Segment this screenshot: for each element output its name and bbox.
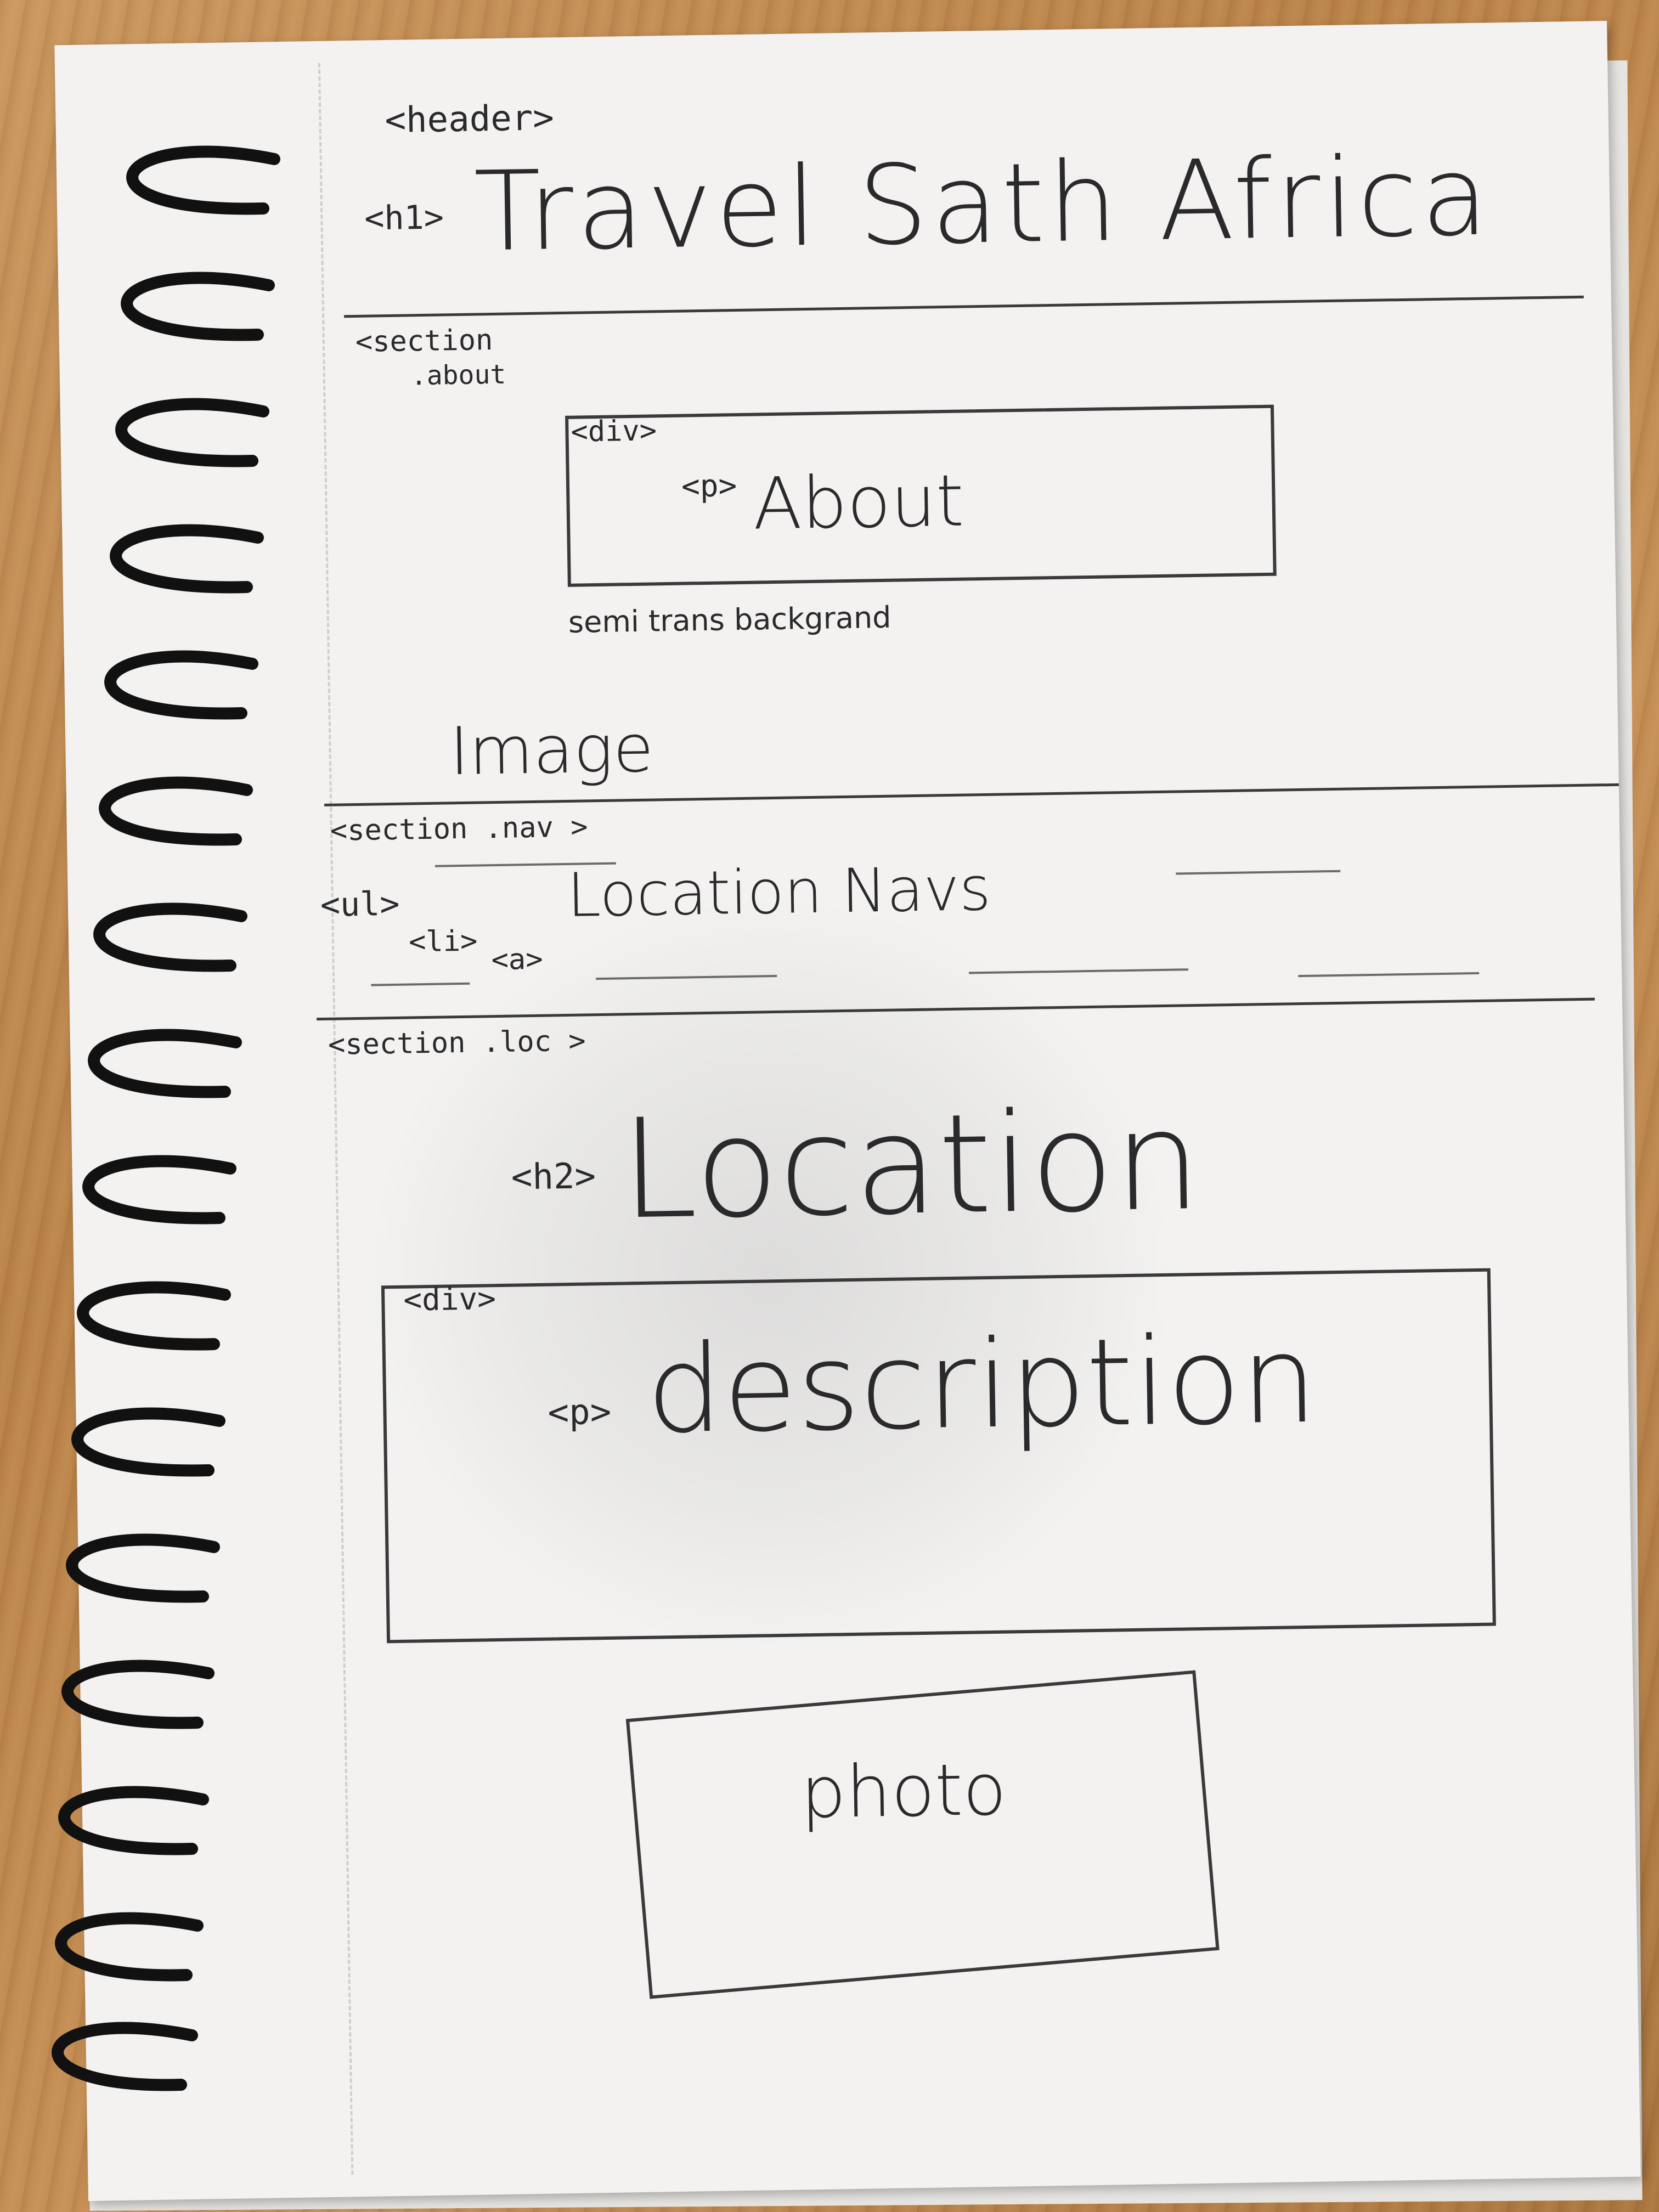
perforation-line	[318, 63, 354, 2175]
about-note: semi trans backgrand	[568, 600, 891, 640]
a-tag: <a>	[491, 943, 543, 977]
photo-box	[625, 1670, 1220, 1999]
loc-section-tag: <section .loc >	[328, 1024, 586, 1062]
nav-link-dash	[1176, 870, 1341, 875]
about-section-tag: <section	[355, 323, 493, 359]
nav-text: Location Navs	[566, 853, 991, 930]
desc-p-tag: <p>	[548, 1391, 612, 1434]
location-heading: Location	[619, 1080, 1203, 1250]
nav-link-dash	[1298, 972, 1480, 978]
image-label: Image	[449, 710, 654, 791]
description-text: description	[645, 1309, 1319, 1460]
page-title-sketch: Travel Sath Africa	[473, 132, 1493, 276]
header-tag: <header>	[384, 98, 555, 142]
desc-div-tag: <div>	[403, 1281, 496, 1318]
photo-label: photo	[800, 1747, 1007, 1835]
ul-tag: <ul>	[320, 884, 400, 925]
nav-section-tag: <section .nav >	[330, 810, 588, 848]
about-text: About	[752, 459, 965, 546]
spiral-binding	[52, 145, 280, 2091]
h1-tag: <h1>	[364, 198, 444, 238]
header-divider	[344, 295, 1584, 318]
li-tag: <li>	[408, 924, 478, 959]
h2-tag: <h2>	[511, 1156, 596, 1198]
about-p-tag: <p>	[681, 468, 737, 505]
about-div-tag: <div>	[571, 414, 657, 449]
about-section-class: .about	[410, 359, 506, 392]
